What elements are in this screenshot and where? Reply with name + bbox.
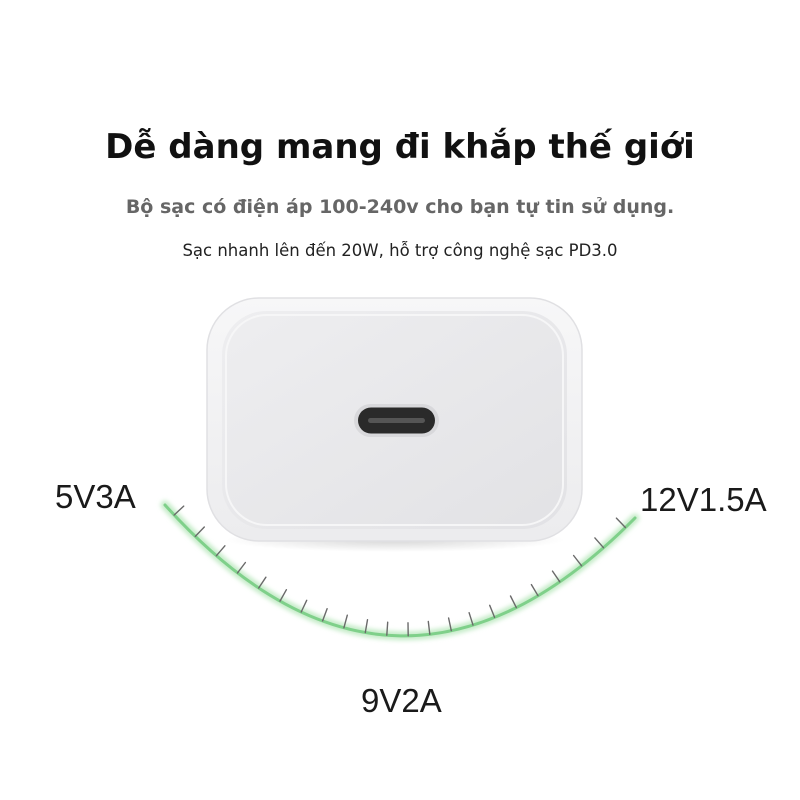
charger-icon bbox=[206, 297, 583, 542]
mode-label-9v2a: 9V2A bbox=[361, 682, 442, 719]
mode-label-5v3a: 5V3A bbox=[55, 478, 136, 515]
arc-tick bbox=[386, 621, 389, 636]
charger-illustration bbox=[160, 297, 640, 641]
product-banner: Dễ dàng mang đi khắp thế giới Bộ sạc có … bbox=[0, 0, 800, 800]
usb-c-port-icon bbox=[354, 404, 439, 437]
mode-label-12v1.5a: 12V1.5A bbox=[640, 481, 767, 518]
